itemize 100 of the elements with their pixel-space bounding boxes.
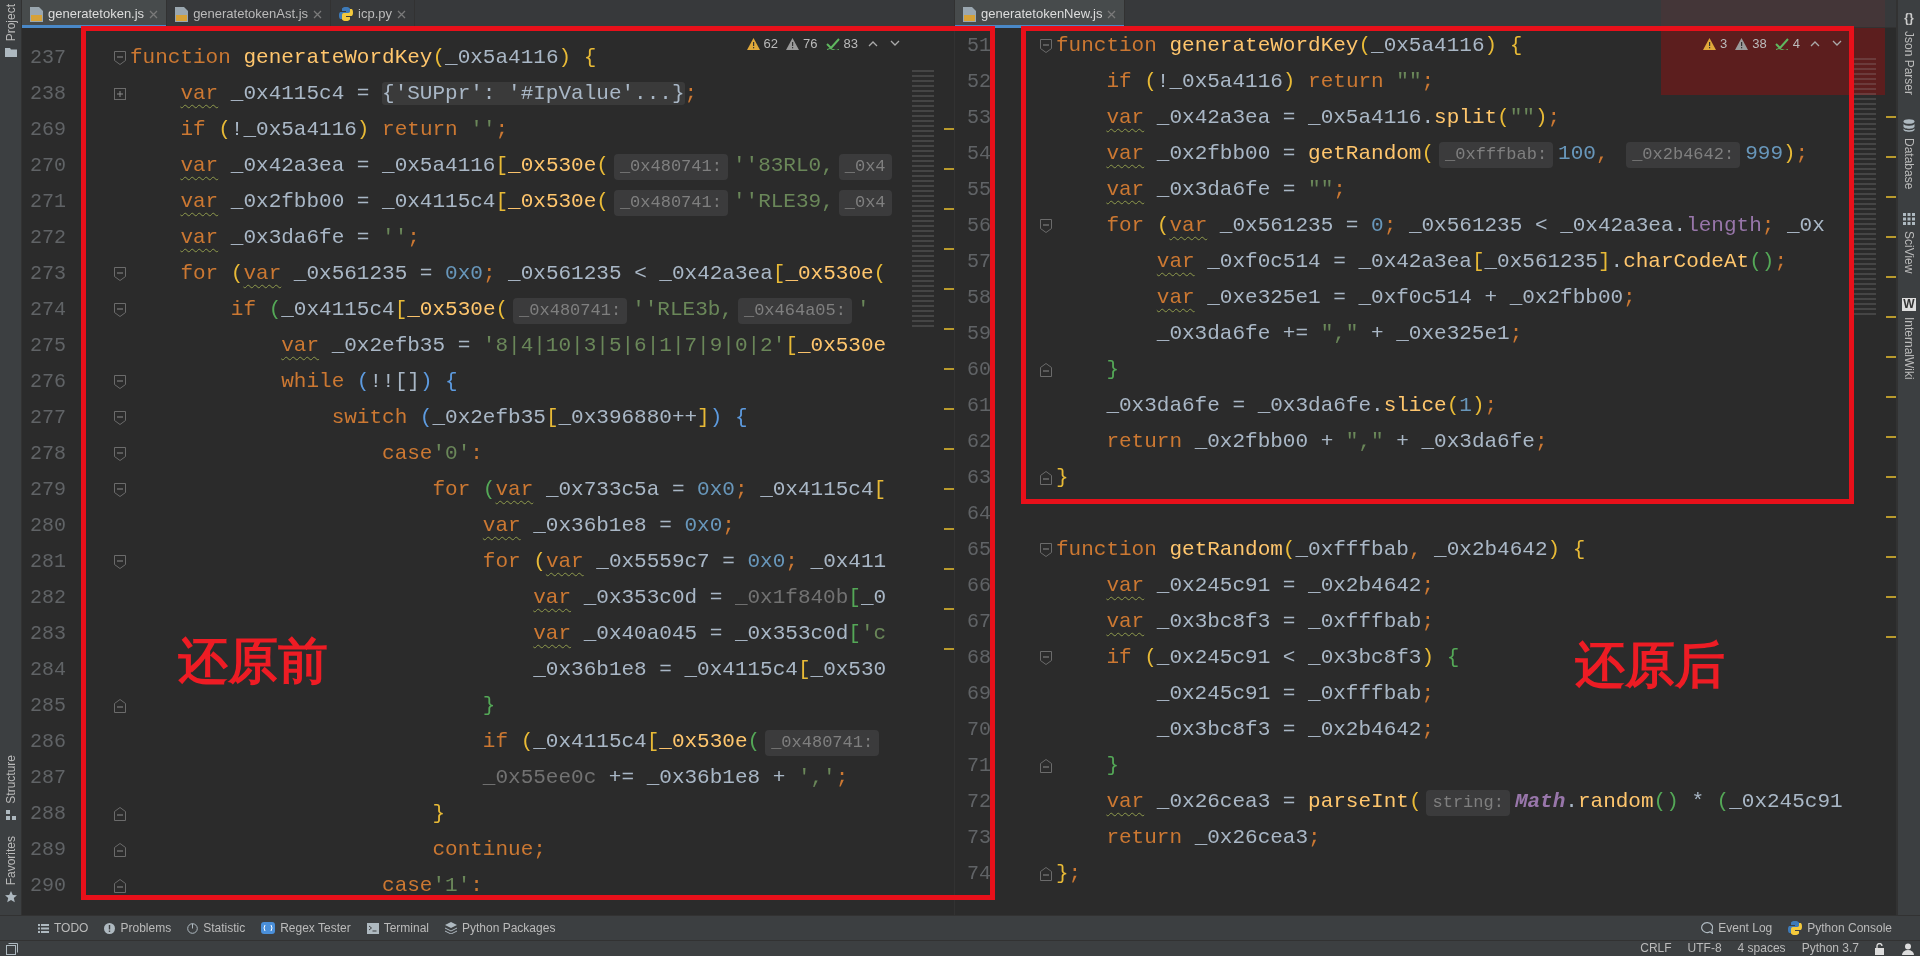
fold-marker-icon[interactable] <box>114 879 126 893</box>
file-tab[interactable]: icp.py <box>331 0 415 28</box>
fold-marker-icon[interactable] <box>114 88 126 100</box>
line-number: 282 <box>29 585 66 611</box>
js-file-icon <box>175 6 189 22</box>
next-icon[interactable] <box>890 40 900 48</box>
code-line: continue; <box>432 837 546 863</box>
line-number: 56 <box>966 213 991 239</box>
line-number: 274 <box>29 297 66 323</box>
inspection-count: 38 <box>1752 35 1767 53</box>
speech-bubble-icon <box>1701 922 1714 934</box>
code-line: function generateWordKey(_0x5a4116) { <box>1056 33 1523 59</box>
fold-marker-icon[interactable] <box>114 699 126 713</box>
previous-icon[interactable] <box>1810 40 1820 48</box>
tool-window-button[interactable]: Statistic <box>179 919 254 937</box>
code-line: for (var _0x5559c7 = 0x0; _0x411 <box>482 549 887 575</box>
code-line: var _0xe325e1 = _0xf0c514 + _0x2fbb00; <box>1156 285 1636 311</box>
code-line: } <box>482 693 496 719</box>
tool-window-button[interactable]: Terminal <box>358 919 437 937</box>
tool-window-button[interactable]: Python Console <box>1780 919 1900 937</box>
tool-window-button[interactable]: SciView <box>1898 209 1920 278</box>
inspection-count: 3 <box>1720 35 1728 53</box>
person-icon[interactable] <box>1902 942 1914 955</box>
close-icon[interactable] <box>149 9 159 19</box>
terminal-icon <box>366 922 379 934</box>
line-number: 269 <box>29 117 66 143</box>
python-icon <box>1788 921 1803 935</box>
tool-window-button[interactable]: Project <box>0 0 21 62</box>
file-tab[interactable]: generatetokenNew.js <box>955 0 1126 28</box>
code-line: _0x3da6fe = _0x3da6fe.slice(1); <box>1106 393 1498 419</box>
panel-toggle-icon[interactable] <box>6 942 18 955</box>
annotation-label: 还原前 <box>178 636 328 686</box>
status-item[interactable]: CRLF <box>1640 941 1672 956</box>
tool-window-button[interactable]: Regex Tester <box>253 919 359 937</box>
tool-window-button[interactable]: Structure <box>0 750 21 824</box>
list-icon <box>38 923 49 933</box>
fold-marker-icon[interactable] <box>1040 39 1052 53</box>
tool-window-button[interactable]: W InternalWiki <box>1898 293 1920 384</box>
tool-window-button[interactable]: {} Json Parser <box>1898 8 1920 100</box>
fold-marker-icon[interactable] <box>1040 471 1052 485</box>
code-line: var _0x3bc8f3 = _0xfffbab; <box>1106 609 1435 635</box>
code-line: switch (_0x2efb35[_0x396880++]) { <box>331 405 748 431</box>
next-icon[interactable] <box>1832 40 1842 48</box>
fold-marker-icon[interactable] <box>114 303 126 317</box>
code-line: var _0x40a045 = _0x353c0d['c <box>533 621 887 647</box>
fold-marker-icon[interactable] <box>1040 219 1052 233</box>
inspection-count: 76 <box>803 35 818 53</box>
previous-icon[interactable] <box>868 40 878 48</box>
fold-marker-icon[interactable] <box>1040 363 1052 377</box>
line-number: 68 <box>966 645 991 671</box>
line-number: 283 <box>29 621 66 647</box>
code-line: function generateWordKey(_0x5a4116) { <box>130 45 597 71</box>
close-icon[interactable] <box>313 9 323 19</box>
line-number: 290 <box>29 873 66 899</box>
tool-window-button[interactable]: Problems <box>96 919 180 937</box>
fold-marker-icon[interactable] <box>1040 651 1052 665</box>
status-item[interactable]: 4 spaces <box>1737 941 1786 956</box>
js-file-icon <box>30 6 43 22</box>
fold-marker-icon[interactable] <box>114 411 126 425</box>
line-number: 55 <box>966 177 991 203</box>
warning-icon <box>1735 37 1749 50</box>
close-icon[interactable] <box>397 9 406 19</box>
inspection-count: 4 <box>1792 35 1800 53</box>
file-tab[interactable]: generatetokenAst.js <box>167 0 332 28</box>
code-line: var _0x2fbb00 = _0x4115c4[_0x530e( _0x480741: ''RLE39, _0x4 <box>180 184 897 220</box>
line-number: 51 <box>966 33 991 59</box>
lock-icon[interactable] <box>1875 942 1886 955</box>
code-line: while (!![]) { <box>281 369 458 395</box>
fold-marker-icon[interactable] <box>114 51 126 65</box>
fold-marker-icon[interactable] <box>114 843 126 857</box>
tool-window-button[interactable]: Favorites <box>0 831 21 907</box>
fold-marker-icon[interactable] <box>114 807 126 821</box>
file-tab[interactable]: generatetoken.js <box>22 0 168 28</box>
fold-marker-icon[interactable] <box>114 267 126 281</box>
status-item[interactable]: Python 3.7 <box>1801 941 1859 956</box>
code-line: _0x36b1e8 = _0x4115c4[_0x530 <box>533 657 887 683</box>
line-number: 280 <box>29 513 66 539</box>
fold-marker-icon[interactable] <box>114 447 126 461</box>
tool-window-button[interactable]: Python Packages <box>437 919 564 937</box>
python-file-icon <box>339 7 354 21</box>
code-line: if (!_0x5a4116) return ''; <box>180 117 509 143</box>
code-line: if (!_0x5a4116) return ""; <box>1106 69 1435 95</box>
code-line: } <box>1106 753 1119 779</box>
line-number: 63 <box>966 465 991 491</box>
tool-window-button[interactable]: Event Log <box>1693 919 1781 937</box>
status-item[interactable]: UTF-8 <box>1687 941 1722 956</box>
fold-marker-icon[interactable] <box>114 483 126 497</box>
code-line: } <box>1106 357 1119 383</box>
line-number: 277 <box>29 405 66 431</box>
line-number: 270 <box>29 153 66 179</box>
line-number: 61 <box>966 393 991 419</box>
fold-marker-icon[interactable] <box>1040 543 1052 557</box>
fold-marker-icon[interactable] <box>114 375 126 389</box>
close-icon[interactable] <box>1107 9 1117 19</box>
fold-marker-icon[interactable] <box>1040 867 1052 881</box>
tool-window-button[interactable]: Database <box>1898 115 1920 194</box>
code-line: case'0': <box>382 441 483 467</box>
tool-window-button[interactable]: TODO <box>30 919 97 937</box>
fold-marker-icon[interactable] <box>1040 759 1052 773</box>
fold-marker-icon[interactable] <box>114 555 126 569</box>
